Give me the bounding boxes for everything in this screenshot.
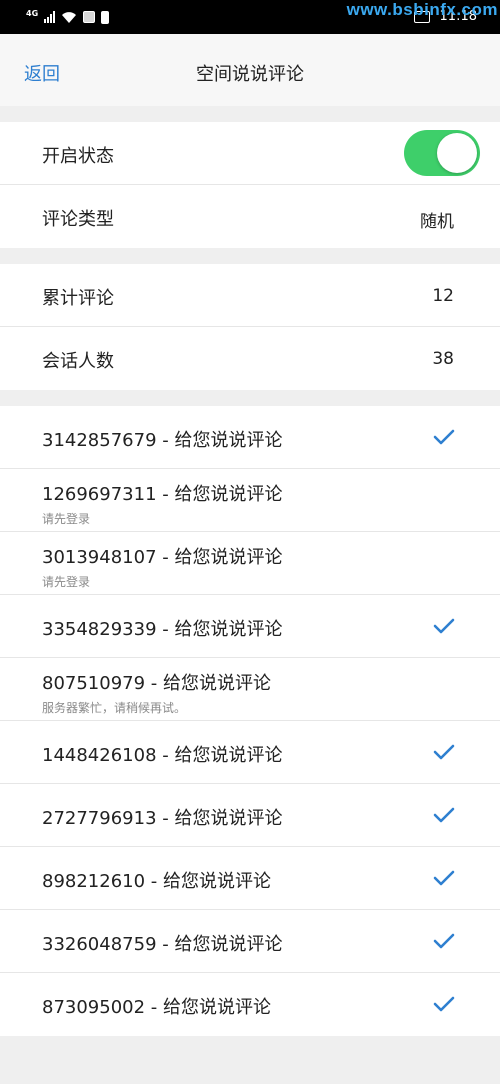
checkmark-icon <box>433 744 455 760</box>
list-item[interactable]: 873095002 - 给您说说评论 <box>0 973 500 1036</box>
enable-status-label: 开启状态 <box>42 146 114 167</box>
navigation-bar: 返回 空间说说评论 <box>0 34 500 106</box>
total-comments-row: 累计评论 12 <box>0 264 500 327</box>
enable-status-row: 开启状态 <box>0 122 500 185</box>
list-item[interactable]: 1269697311 - 给您说说评论 请先登录 <box>0 469 500 532</box>
stats-group: 累计评论 12 会话人数 38 <box>0 264 500 390</box>
checkmark-icon <box>433 807 455 823</box>
checkmark-icon <box>433 618 455 634</box>
list-item[interactable]: 3326048759 - 给您说说评论 <box>0 910 500 973</box>
list-item[interactable]: 2727796913 - 给您说说评论 <box>0 784 500 847</box>
comment-type-value: 随机 <box>420 212 454 232</box>
enable-toggle[interactable] <box>404 130 480 176</box>
status-indicators: 4G <box>26 8 110 26</box>
wifi-icon <box>62 11 77 23</box>
comment-title: 807510979 - 给您说说评论 <box>42 673 272 694</box>
comment-title: 1269697311 - 给您说说评论 <box>42 484 283 505</box>
notification-lock-icon <box>101 10 110 24</box>
comment-type-row[interactable]: 评论类型 随机 <box>0 185 500 248</box>
total-comments-value: 12 <box>432 286 454 306</box>
list-item[interactable]: 1448426108 - 给您说说评论 <box>0 721 500 784</box>
total-comments-label: 累计评论 <box>42 288 114 309</box>
comment-status-text: 请先登录 <box>42 575 91 589</box>
comment-title: 3142857679 - 给您说说评论 <box>42 430 283 451</box>
comment-title: 3354829339 - 给您说说评论 <box>42 619 283 640</box>
list-item[interactable]: 807510979 - 给您说说评论 服务器繁忙，请稍候再试。 <box>0 658 500 721</box>
comment-status-text: 服务器繁忙，请稍候再试。 <box>42 701 187 715</box>
notification-image-icon <box>83 11 96 23</box>
checkmark-icon <box>433 996 455 1012</box>
comment-status-text: 请先登录 <box>42 512 91 526</box>
checkmark-icon <box>433 933 455 949</box>
signal-strength-icon <box>44 11 56 23</box>
comment-title: 3326048759 - 给您说说评论 <box>42 934 283 955</box>
watermark-text: www.bsbinfx.com <box>346 0 498 19</box>
comment-type-label: 评论类型 <box>42 209 114 230</box>
settings-group: 开启状态 评论类型 随机 <box>0 122 500 248</box>
comment-title: 873095002 - 给您说说评论 <box>42 997 272 1018</box>
list-item[interactable]: 898212610 - 给您说说评论 <box>0 847 500 910</box>
checkmark-icon <box>433 870 455 886</box>
network-type-label: 4G <box>26 8 39 18</box>
comment-title: 3013948107 - 给您说说评论 <box>42 547 283 568</box>
comment-title: 898212610 - 给您说说评论 <box>42 871 272 892</box>
comment-list: 3142857679 - 给您说说评论 1269697311 - 给您说说评论 … <box>0 406 500 1036</box>
toggle-knob <box>437 133 477 173</box>
checkmark-icon <box>433 429 455 445</box>
session-count-value: 38 <box>432 349 454 369</box>
session-count-label: 会话人数 <box>42 351 114 372</box>
list-item[interactable]: 3013948107 - 给您说说评论 请先登录 <box>0 532 500 595</box>
list-item[interactable]: 3142857679 - 给您说说评论 <box>0 406 500 469</box>
comment-title: 2727796913 - 给您说说评论 <box>42 808 283 829</box>
comment-title: 1448426108 - 给您说说评论 <box>42 745 283 766</box>
page-title: 空间说说评论 <box>196 64 304 85</box>
status-bar: 4G 11:18 www.bsbinfx.com <box>0 0 500 34</box>
list-item[interactable]: 3354829339 - 给您说说评论 <box>0 595 500 658</box>
session-count-row: 会话人数 38 <box>0 327 500 390</box>
